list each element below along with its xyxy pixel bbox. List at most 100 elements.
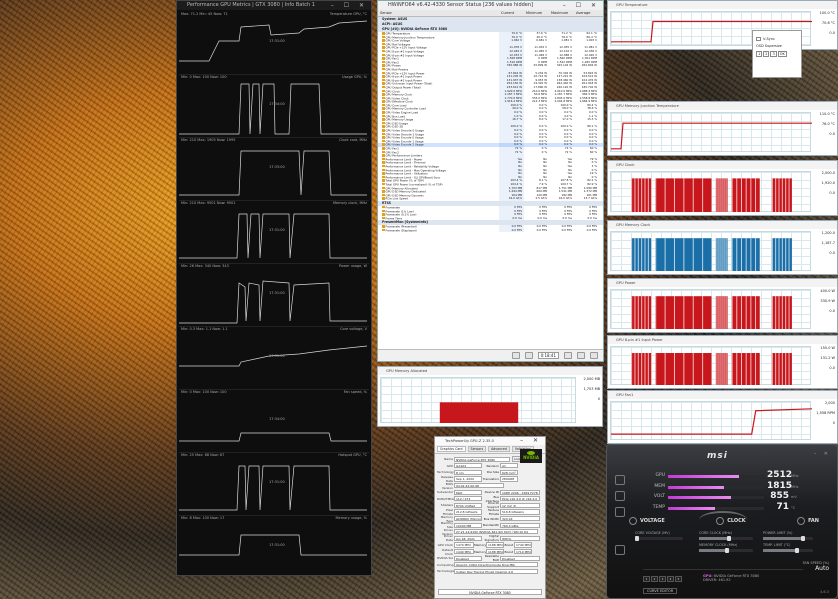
meter-track <box>668 475 764 478</box>
sensor-icon <box>382 154 385 157</box>
graph-max: 2,000 <box>824 401 835 405</box>
osd-settings-popup[interactable]: V-Sync OSD Supersize 1 2 3 OK <box>752 30 802 78</box>
card-selector-dropdown[interactable]: NVIDIA GeForce RTX 3080 <box>438 589 542 595</box>
log-plot-line <box>179 345 368 367</box>
sensor-icon <box>382 103 385 107</box>
osd-size-2[interactable]: 2 <box>763 51 770 57</box>
hwinfo-sensor-window[interactable]: HWiNFO64 v6.42-4330 Sensor Status [236 v… <box>377 0 604 362</box>
memory-clock-slider[interactable] <box>699 548 753 553</box>
close-sensors-button[interactable] <box>590 352 598 359</box>
osd-size-1[interactable]: 1 <box>756 51 763 57</box>
log-plot-label: Usage GPU, % <box>342 75 367 79</box>
field-label: Technologies <box>437 569 457 574</box>
log-plot-stats: Min: 0 Max: 100 Now: 100 <box>181 390 227 394</box>
window-controls[interactable]: – ✕ <box>520 437 542 445</box>
window-controls[interactable]: – ☐ ✕ <box>331 1 368 10</box>
log-plot-line <box>179 20 368 62</box>
tab-sensors[interactable]: Sensors <box>467 446 487 452</box>
log-plot: Min: 8 Max: 100 Now: 17 Memory usage, % 17… <box>179 515 369 575</box>
tab-advanced[interactable]: Advanced <box>488 446 510 452</box>
tab-fan[interactable]: FAN <box>797 517 819 525</box>
temp-limit-slider[interactable] <box>763 548 813 553</box>
col-sensor[interactable]: Sensor <box>378 10 499 16</box>
settings-gear-icon[interactable] <box>615 545 625 555</box>
field-value: 12 (12_2) <box>500 502 540 509</box>
info-icon[interactable] <box>615 507 625 517</box>
sensor-graph-window[interactable]: GPU Memory Allocated 2,000 MB 1,703 MB 0 <box>377 366 603 427</box>
tab-clock[interactable]: CLOCK <box>716 517 746 525</box>
tab-graphics-card[interactable]: Graphics Card <box>437 446 466 452</box>
profile-4[interactable]: 4 <box>667 576 674 582</box>
power-limit-slider[interactable] <box>763 536 813 541</box>
sensor-icon <box>382 164 385 168</box>
vsync-checkbox[interactable] <box>756 37 761 41</box>
sensor-icon <box>382 209 385 212</box>
sensor-table-body[interactable]: System: ASUS ACPI: ASUS GPU [#0]: NVIDIA G… <box>378 17 603 351</box>
graph-series <box>631 296 792 329</box>
gpu-log-viewer-window[interactable]: Performance GPU Metrics | GTX 3080 | Inf… <box>176 0 372 576</box>
col-average[interactable]: Average <box>574 10 599 16</box>
reset-clock-button[interactable] <box>564 352 572 359</box>
k-boost-icon[interactable] <box>615 475 625 485</box>
window-controls[interactable]: – ☐ ✕ <box>563 1 600 10</box>
sensor-icon <box>382 64 385 67</box>
sensor-graph-window[interactable]: GPU Memory Junction Temperature 110.0 °C 7… <box>607 101 838 156</box>
field-value: 1188 MHz <box>486 542 504 548</box>
hwinfo-titlebar[interactable]: HWiNFO64 v6.42-4330 Sensor Status [236 v… <box>378 1 603 10</box>
settings-gear-icon[interactable] <box>577 352 585 359</box>
gpuz-window[interactable]: TechPowerUp GPU-Z 2.35.0 – ✕ Graphics Ca… <box>434 436 546 599</box>
back-button[interactable] <box>511 352 520 359</box>
curve-editor-button[interactable]: CURVE EDITOR <box>643 588 678 594</box>
fan-speed-value[interactable]: Auto <box>803 565 829 572</box>
gpuz-field-grid: NameNVIDIA GeForce RTX 3080LookupGPUGA10… <box>435 454 545 575</box>
osd-ok-button[interactable]: OK <box>777 51 787 57</box>
col-maximum[interactable]: Maximum <box>549 10 574 16</box>
log-plot: Min: 0 Max: 100 Now: 100 Fan speed, % 17:3… <box>179 389 369 453</box>
sensor-minimum: 0.0 ms <box>537 216 547 220</box>
log-plot: Max: 71.2 Min: 45 Now: 71 Temperature GPU… <box>179 11 369 75</box>
field-value: 94.02.42.00.98 <box>454 483 504 489</box>
sensor-average: 0.0 ms <box>587 216 597 220</box>
sensor-icon <box>382 125 385 128</box>
profile-3[interactable]: 3 <box>659 576 666 582</box>
sensor-table-header: Sensor Current Minimum Maximum Average <box>378 10 603 17</box>
field-label: Driver Date <box>443 534 453 543</box>
meter-value: 71 <box>776 501 789 512</box>
profile-1[interactable]: 1 <box>643 576 650 582</box>
field-value: Jan 28, 2021 <box>454 535 482 542</box>
profile-5[interactable]: 5 <box>675 576 682 582</box>
window-controls[interactable]: – ✕ <box>814 451 831 457</box>
sensor-graph-window[interactable]: GPU Power 400.0 W 330.9 W 0.0 <box>607 278 838 333</box>
graph-max: 400.0 W <box>820 289 835 293</box>
field-value: NVIDIA GeForce RTX 3080 <box>454 456 510 462</box>
profile-2[interactable]: 2 <box>651 576 658 582</box>
sensor-icon <box>382 143 385 146</box>
core-voltage-slider[interactable] <box>635 536 683 541</box>
msi-afterburner-window[interactable]: msi – ✕ GPU 2512 MHz MEM 1815 MHz VOLT 855 mV TEM… <box>606 444 838 599</box>
sensor-icon <box>382 100 385 103</box>
sensor-icon <box>382 114 385 118</box>
sensor-graph-window[interactable]: GPU 8-pin #1 Input Power 150.0 W 131.2 W 0.… <box>607 335 838 389</box>
graph-series <box>631 353 792 385</box>
sensor-row[interactable]: Framerate (Displayed) 0.0 FPS 0.0 FPS 0.0 F… <box>378 228 603 233</box>
forward-button[interactable] <box>524 352 533 359</box>
col-current[interactable]: Current <box>499 10 524 16</box>
gpuz-titlebar[interactable]: TechPowerUp GPU-Z 2.35.0 – ✕ <box>435 437 545 445</box>
sensor-icon <box>382 190 385 193</box>
osd-size-3[interactable]: 3 <box>770 51 777 57</box>
field-label: Texture Fillrate <box>488 508 499 517</box>
field-value: Disabled <box>500 555 540 561</box>
sensor-graph-window[interactable]: GPU Memory Clock 1,200.0 1,187.7 0.0 <box>607 220 838 275</box>
log-viewer-titlebar[interactable]: Performance GPU Metrics | GTX 3080 | Inf… <box>177 1 371 10</box>
tab-voltage[interactable]: VOLTAGE <box>629 517 665 525</box>
col-minimum[interactable]: Minimum <box>524 10 549 16</box>
core-clock-slider[interactable] <box>699 536 753 541</box>
meter-value: 855 <box>770 491 789 501</box>
log-plot-label: Memory clock, MHz <box>332 201 367 205</box>
sensor-graph-window[interactable]: GPU Clock 2,000.0 1,920.0 0.0 <box>607 160 838 216</box>
sensor-icon <box>382 205 385 209</box>
sensor-graph-window[interactable]: GPU Temperature 100.0 °C 70.6 °C 0.0 <box>607 0 838 50</box>
sensor-icon <box>382 172 385 175</box>
oc-scanner-icon[interactable] <box>615 491 625 501</box>
sensor-graph-window[interactable]: GPU Fan1 2,000 1,558 RPM 0 <box>607 390 838 444</box>
